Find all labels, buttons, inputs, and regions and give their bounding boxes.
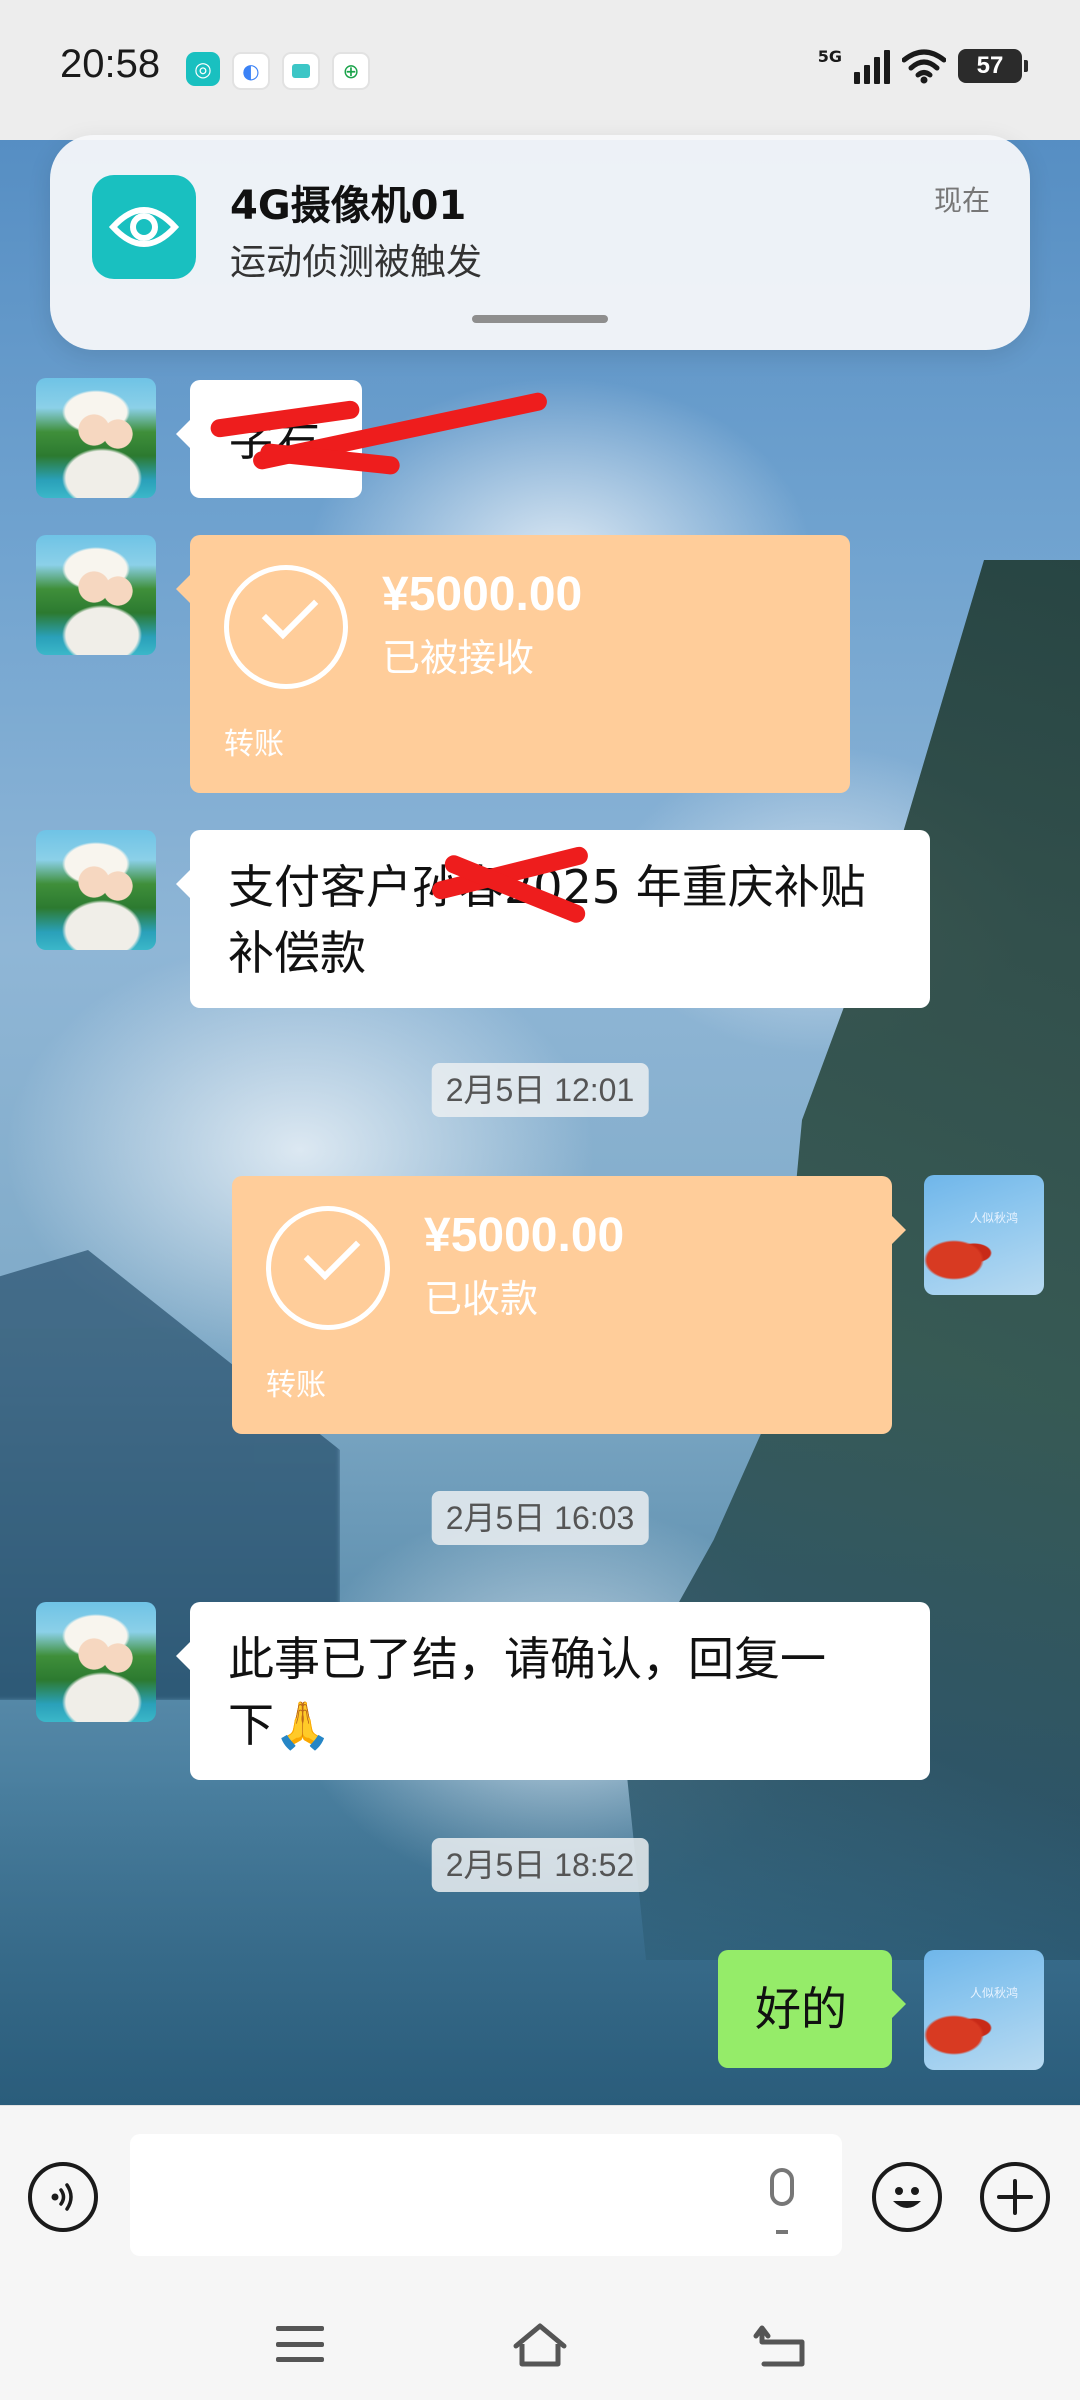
transfer-amount: ¥5000.00 <box>382 568 583 621</box>
message-bubble[interactable]: 支付客户孙春2025 年重庆补贴 补偿款 <box>176 830 930 1008</box>
signal-icon <box>854 48 890 84</box>
input-bar <box>0 2105 1080 2291</box>
notification-handle[interactable] <box>472 315 608 323</box>
wifi-icon <box>902 48 946 84</box>
message-text: 好的 <box>755 1982 847 2036</box>
microphone-stand <box>776 2214 788 2234</box>
camera-eye-icon <box>92 175 196 279</box>
message-input[interactable] <box>130 2134 842 2256</box>
notification-banner[interactable]: 4G摄像机01 运动侦测被触发 现在 <box>50 135 1030 350</box>
check-circle-icon <box>266 1206 390 1330</box>
status-time: 20:58 <box>60 42 161 86</box>
my-avatar[interactable]: 人似秋鸿 <box>924 1175 1044 1295</box>
battery-icon: 57 <box>958 49 1028 83</box>
gallery-icon <box>282 52 320 90</box>
notification-message: 运动侦测被触发 <box>230 242 483 283</box>
notification-time: 现在 <box>933 184 990 217</box>
message-text-line: 下🙏 <box>228 1698 332 1752</box>
notification-title: 4G摄像机01 <box>230 183 467 229</box>
wallpaper-lake <box>0 1780 1080 2105</box>
my-avatar[interactable]: 人似秋鸿 <box>924 1950 1044 2070</box>
contact-avatar[interactable] <box>36 1602 156 1722</box>
timestamp-label: 2月5日 12:01 <box>431 1063 649 1117</box>
message-bubble[interactable]: 好的 <box>718 1950 906 2068</box>
contact-avatar[interactable] <box>36 830 156 950</box>
contact-avatar[interactable] <box>36 535 156 655</box>
transfer-label: 转账 <box>224 727 284 762</box>
emoji-icon[interactable] <box>872 2162 942 2232</box>
voice-icon[interactable] <box>28 2162 98 2232</box>
transfer-card[interactable]: ¥5000.00 已收款 转账 <box>232 1176 906 1434</box>
status-indicators: 5G 57 <box>817 46 1028 84</box>
transfer-status: 已收款 <box>424 1277 539 1321</box>
browser-icon: ◐ <box>232 52 270 90</box>
transfer-label: 转账 <box>266 1368 326 1403</box>
message-text-line: 此事已了结，请确认，回复一 <box>228 1632 826 1686</box>
home-icon[interactable] <box>510 2320 570 2370</box>
bank-app-icon: ⊕ <box>332 52 370 90</box>
plus-icon[interactable] <box>980 2162 1050 2232</box>
network-type: 5G <box>817 46 842 66</box>
timestamp-label: 2月5日 18:52 <box>431 1838 649 1892</box>
contact-avatar[interactable] <box>36 378 156 498</box>
microphone-icon[interactable] <box>770 2168 794 2206</box>
status-bar: 20:58 ◎ ◐ ⊕ 5G 57 <box>0 0 1080 140</box>
transfer-card[interactable]: ¥5000.00 已被接收 转账 <box>176 535 850 793</box>
check-circle-icon <box>224 565 348 689</box>
transfer-amount: ¥5000.00 <box>424 1209 625 1262</box>
message-text-line: 补偿款 <box>228 926 366 980</box>
message-bubble[interactable]: 字右 <box>176 380 549 498</box>
back-icon[interactable] <box>752 2320 812 2370</box>
transfer-status: 已被接收 <box>382 636 535 680</box>
status-app-icons: ◎ ◐ ⊕ <box>186 52 370 90</box>
recent-apps-icon[interactable] <box>276 2326 324 2362</box>
message-bubble[interactable]: 此事已了结，请确认，回复一 下🙏 <box>176 1602 930 1780</box>
timestamp-label: 2月5日 16:03 <box>431 1491 649 1545</box>
camera-app-icon: ◎ <box>186 52 220 86</box>
system-nav-bar <box>0 2290 1080 2400</box>
